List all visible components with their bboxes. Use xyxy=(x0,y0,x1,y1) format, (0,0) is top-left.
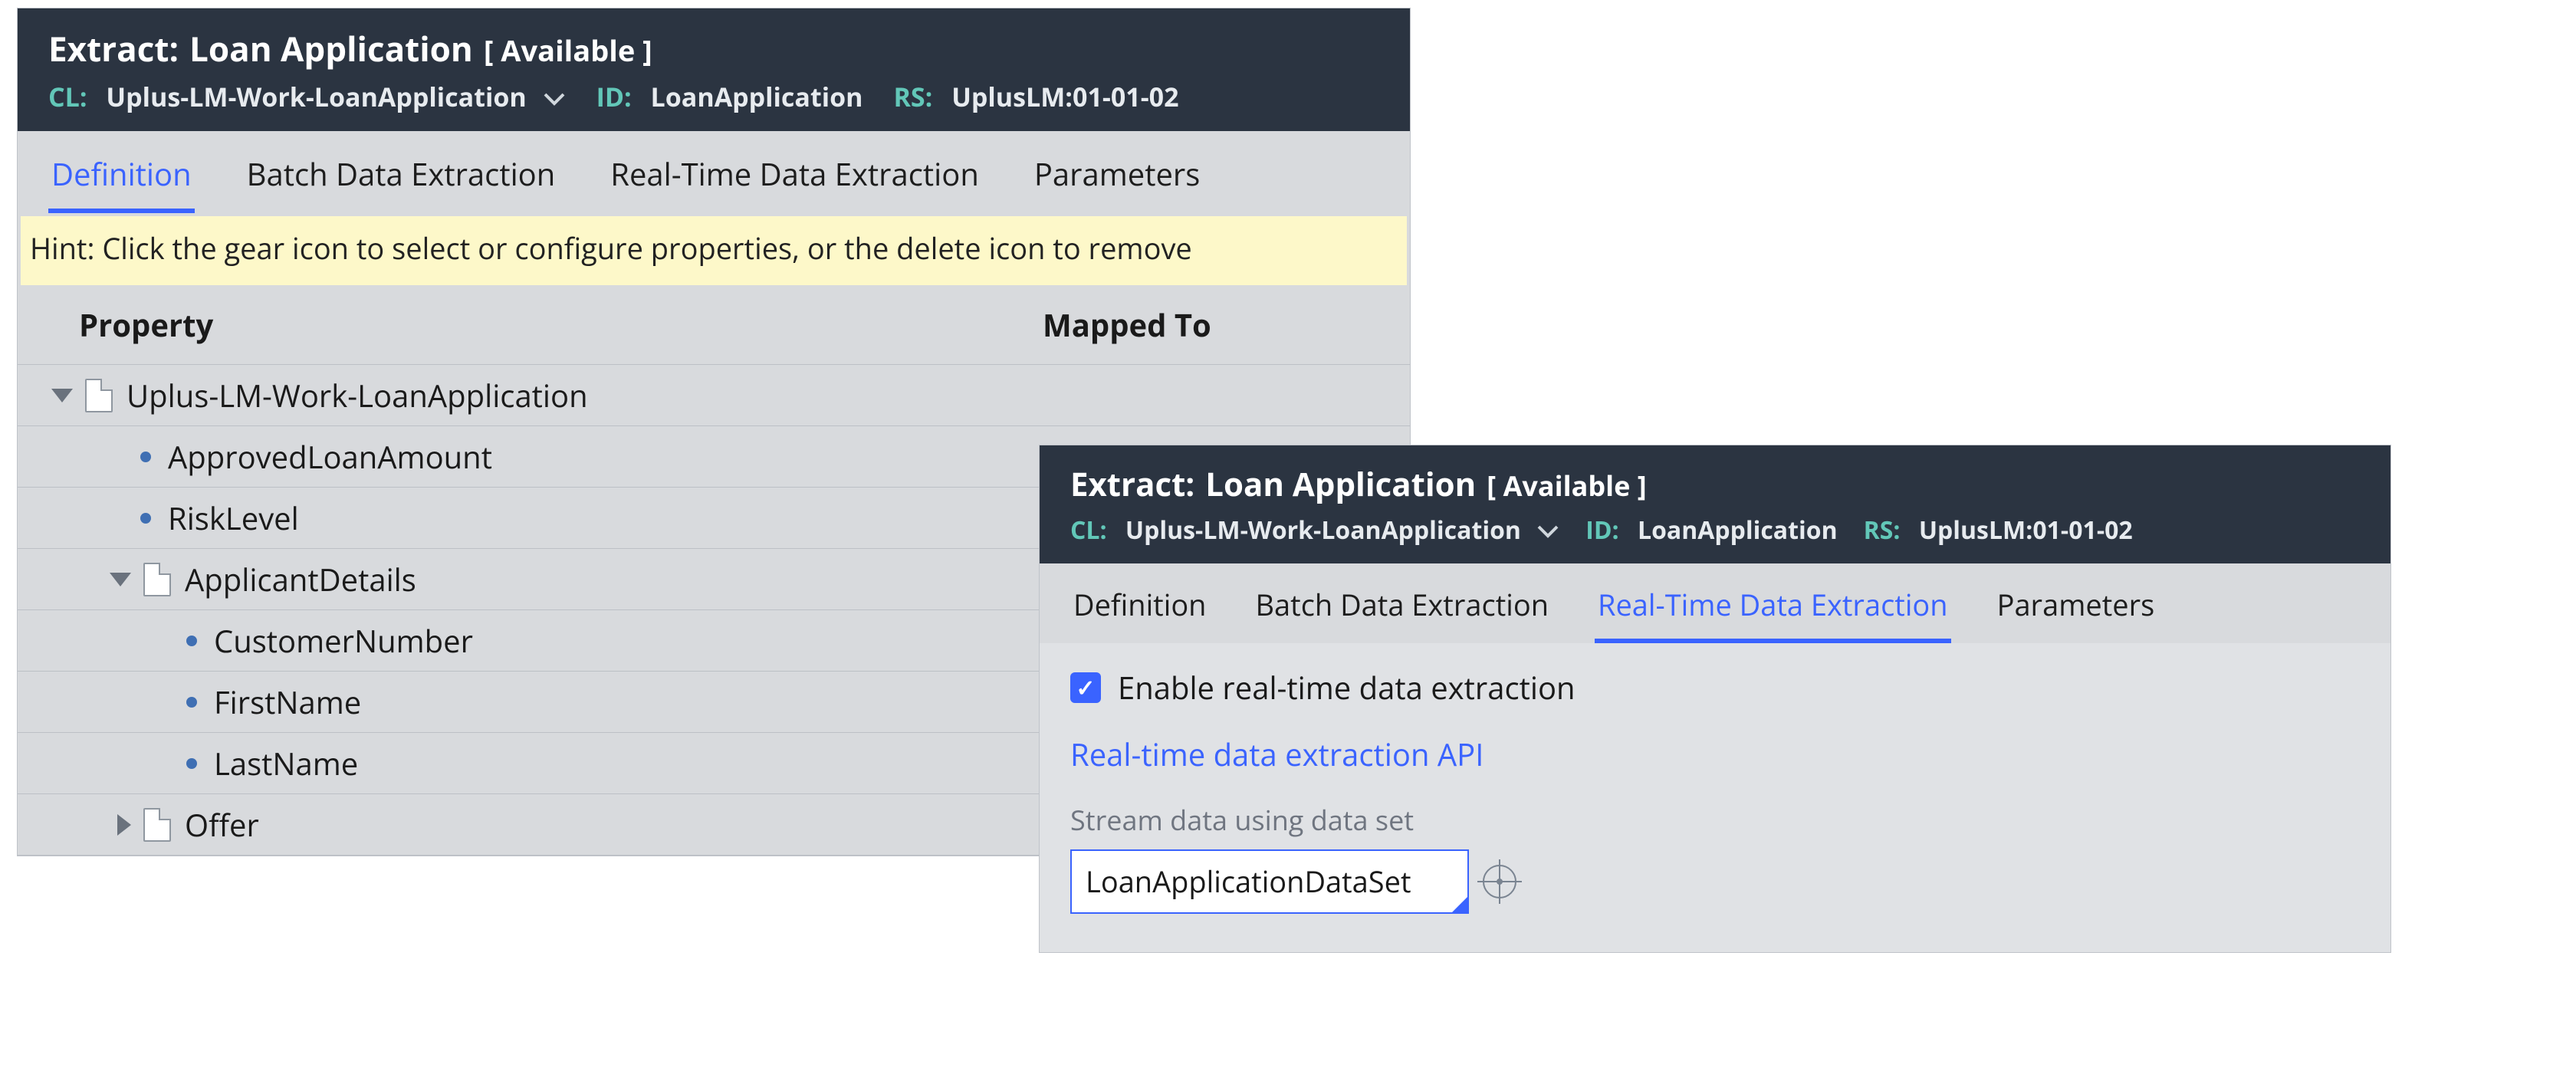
id-value: LoanApplication xyxy=(1638,514,1838,547)
chevron-down-icon[interactable] xyxy=(543,79,566,114)
tab-batch-extraction[interactable]: Batch Data Extraction xyxy=(244,145,559,213)
property-label: ApprovedLoanAmount xyxy=(168,435,492,478)
enable-realtime-label: Enable real-time data extraction xyxy=(1118,666,1576,708)
tab-bar: Definition Batch Data Extraction Real-Ti… xyxy=(18,131,1410,213)
title-name: Loan Application xyxy=(189,25,473,71)
status-badge: [ Available ] xyxy=(1487,467,1646,504)
property-dot-icon xyxy=(186,636,197,646)
rule-title: Extract: Loan Application [ Available ] xyxy=(1070,462,2360,506)
page-icon xyxy=(143,563,171,596)
property-dot-icon xyxy=(140,452,151,462)
tab-batch-extraction[interactable]: Batch Data Extraction xyxy=(1253,577,1552,643)
rule-header: Extract: Loan Application [ Available ] … xyxy=(1040,445,2390,563)
realtime-api-link[interactable]: Real-time data extraction API xyxy=(1070,733,1484,775)
column-mapped-to: Mapped To xyxy=(1043,285,1410,365)
cl-group[interactable]: CL: Uplus-LM-Work-LoanApplication xyxy=(1070,514,1559,547)
id-group: ID: LoanApplication xyxy=(596,79,863,114)
status-badge: [ Available ] xyxy=(484,31,652,71)
rs-label: RS: xyxy=(893,79,932,114)
id-label: ID: xyxy=(1585,514,1618,547)
column-property: Property xyxy=(18,285,1043,365)
stream-dataset-label: Stream data using data set xyxy=(1070,801,2360,839)
caret-down-icon[interactable] xyxy=(51,389,73,402)
tab-realtime-extraction[interactable]: Real-Time Data Extraction xyxy=(1595,577,1951,643)
tab-bar: Definition Batch Data Extraction Real-Ti… xyxy=(1040,563,2390,643)
property-label: CustomerNumber xyxy=(214,619,473,662)
crosshair-icon[interactable] xyxy=(1483,865,1516,898)
cl-value: Uplus-LM-Work-LoanApplication xyxy=(1125,514,1521,547)
id-label: ID: xyxy=(596,79,632,114)
title-name: Loan Application xyxy=(1205,462,1476,506)
enable-realtime-row: ✓ Enable real-time data extraction xyxy=(1070,666,2360,708)
realtime-body: ✓ Enable real-time data extraction Real-… xyxy=(1040,643,2390,952)
property-label: FirstName xyxy=(214,681,361,723)
title-prefix: Extract: xyxy=(48,25,179,71)
rs-value: UplusLM:01-01-02 xyxy=(1919,514,2133,547)
rs-group: RS: UplusLM:01-01-02 xyxy=(1864,514,2133,547)
stream-dataset-value: LoanApplicationDataSet xyxy=(1086,862,1411,902)
tab-definition[interactable]: Definition xyxy=(48,145,195,213)
tab-parameters[interactable]: Parameters xyxy=(1994,577,2158,643)
tab-definition[interactable]: Definition xyxy=(1070,577,1210,643)
tree-page-label: ApplicantDetails xyxy=(185,558,416,600)
panel-realtime: Extract: Loan Application [ Available ] … xyxy=(1039,445,2391,953)
table-row[interactable]: Uplus-LM-Work-LoanApplication xyxy=(18,365,1410,426)
rs-group: RS: UplusLM:01-01-02 xyxy=(893,79,1178,114)
tree-page-label: Offer xyxy=(185,803,259,846)
rule-header: Extract: Loan Application [ Available ] … xyxy=(18,8,1410,131)
page-icon xyxy=(85,379,113,412)
rule-meta: CL: Uplus-LM-Work-LoanApplication ID: Lo… xyxy=(1070,514,2360,557)
id-value: LoanApplication xyxy=(651,79,863,114)
property-dot-icon xyxy=(186,758,197,769)
enable-realtime-checkbox[interactable]: ✓ xyxy=(1070,672,1101,703)
cl-group[interactable]: CL: Uplus-LM-Work-LoanApplication xyxy=(48,79,566,114)
property-dot-icon xyxy=(140,513,151,524)
rs-value: UplusLM:01-01-02 xyxy=(951,79,1178,114)
caret-right-icon[interactable] xyxy=(117,814,131,836)
cl-label: CL: xyxy=(1070,514,1107,547)
tab-realtime-extraction[interactable]: Real-Time Data Extraction xyxy=(607,145,982,213)
tree-class-label: Uplus-LM-Work-LoanApplication xyxy=(127,374,588,416)
title-prefix: Extract: xyxy=(1070,462,1194,506)
cl-label: CL: xyxy=(48,79,87,114)
property-label: RiskLevel xyxy=(168,497,299,539)
stream-dataset-row: LoanApplicationDataSet xyxy=(1070,849,2360,914)
stream-dataset-input[interactable]: LoanApplicationDataSet xyxy=(1070,849,1469,914)
chevron-down-icon[interactable] xyxy=(1536,514,1559,547)
cl-value: Uplus-LM-Work-LoanApplication xyxy=(106,79,526,114)
page-icon xyxy=(143,808,171,842)
property-label: LastName xyxy=(214,742,358,784)
hint-banner: Hint: Click the gear icon to select or c… xyxy=(21,216,1407,285)
rule-title: Extract: Loan Application [ Available ] xyxy=(48,25,1379,71)
tab-parameters[interactable]: Parameters xyxy=(1031,145,1203,213)
id-group: ID: LoanApplication xyxy=(1585,514,1837,547)
rule-meta: CL: Uplus-LM-Work-LoanApplication ID: Lo… xyxy=(48,79,1379,125)
rs-label: RS: xyxy=(1864,514,1901,547)
property-dot-icon xyxy=(186,697,197,708)
caret-down-icon[interactable] xyxy=(110,573,131,586)
